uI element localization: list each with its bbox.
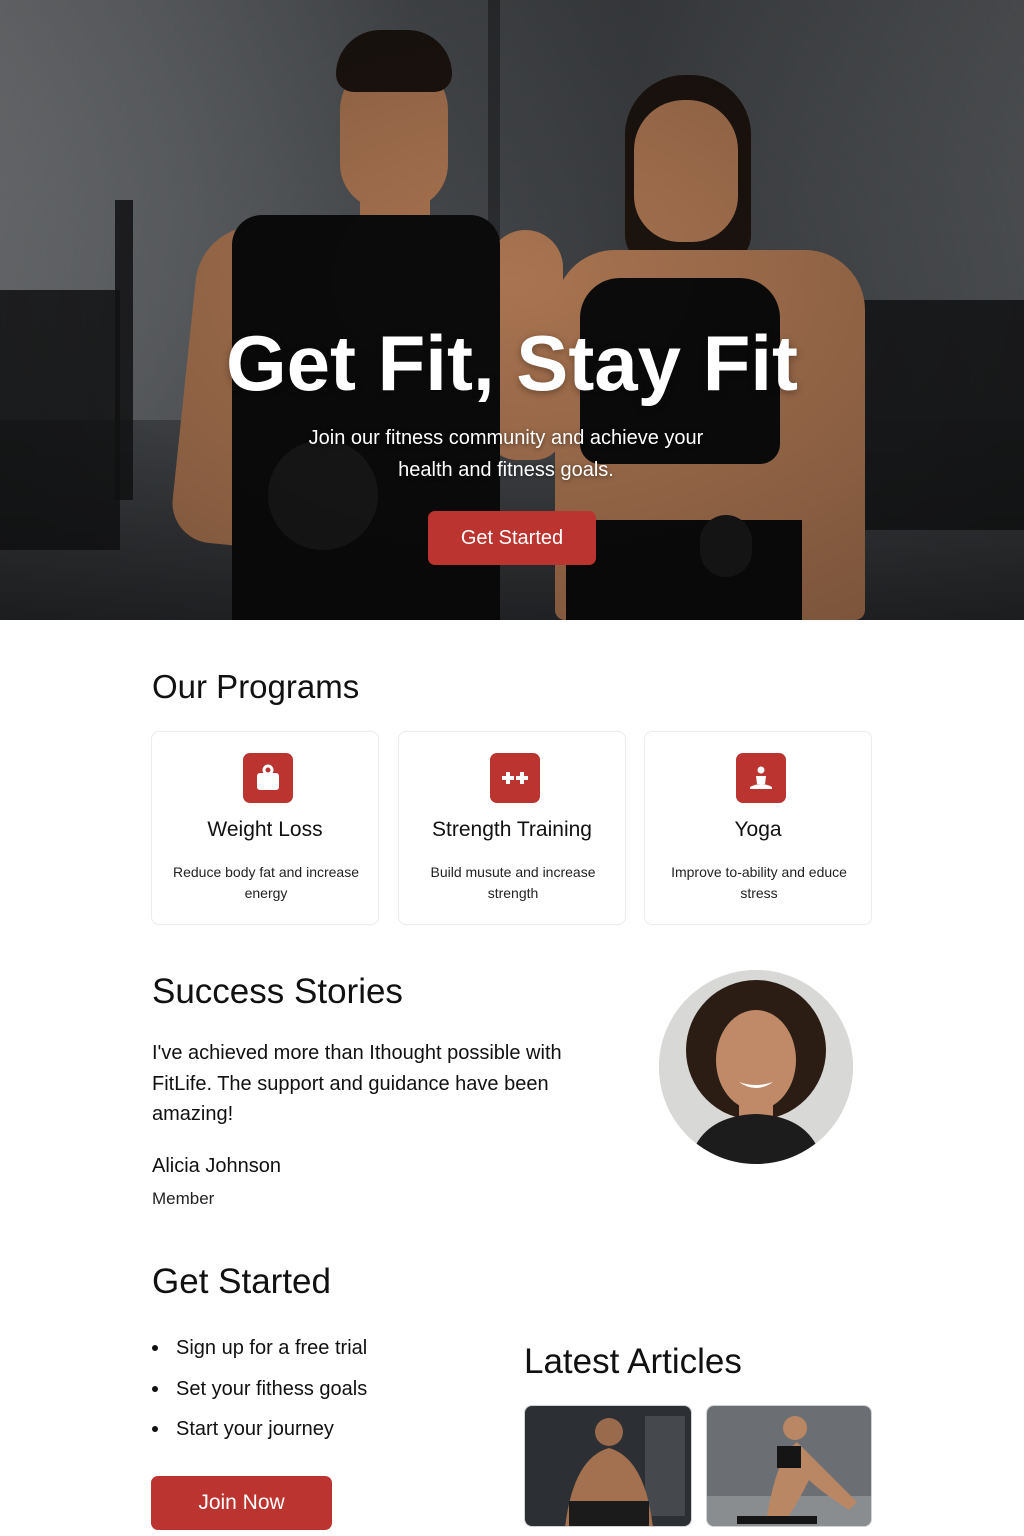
success-stories-heading: Success Stories	[152, 972, 403, 1011]
testimonial-author: Alicia Johnson	[152, 1155, 281, 1177]
program-description: Improve to-ability and educe stress	[671, 864, 847, 901]
step-text: Sign up for a free trial	[176, 1337, 368, 1359]
yoga-icon	[736, 753, 786, 803]
step-text: Set your fithess goals	[176, 1377, 368, 1400]
program-title: Weight Loss	[207, 818, 323, 841]
program-card-weight-loss[interactable]: Weight Loss Reduce body fat and increase…	[151, 731, 379, 925]
hero-subtitle: Join our fitness community and achieve y…	[308, 427, 704, 481]
program-description: Reduce body fat and increase energy	[172, 864, 359, 901]
list-item: Set your fithess goals	[152, 1375, 367, 1416]
program-card-yoga[interactable]: Yoga Improve to-ability and educe stress	[644, 731, 872, 925]
hero-section: Get Fit, Stay Fit Join our fitness commu…	[0, 0, 1024, 620]
testimonial-avatar	[659, 970, 853, 1164]
steps-list: Sign up for a free trial Set your fithes…	[152, 1334, 367, 1456]
testimonial-quote: I've achieved more than Ithought possibl…	[152, 1042, 562, 1125]
article-thumbnail-stretching[interactable]	[706, 1405, 872, 1527]
article-thumbnail-workout[interactable]	[524, 1405, 692, 1527]
program-title: Strength Training	[432, 818, 592, 841]
list-item: Start your journey	[152, 1415, 367, 1456]
latest-articles-heading: Latest Articles	[524, 1342, 742, 1381]
testimonial-role: Member	[152, 1189, 215, 1208]
bullet-icon	[152, 1345, 158, 1351]
weight-icon	[243, 753, 293, 803]
programs-heading: Our Programs	[152, 668, 360, 705]
plus-plus-icon	[490, 753, 540, 803]
join-now-button[interactable]: Join Now	[151, 1476, 332, 1530]
get-started-heading: Get Started	[152, 1262, 331, 1301]
hero-title: Get Fit, Stay Fit	[225, 319, 799, 407]
program-card-strength-training[interactable]: Strength Training Build musute and incre…	[398, 731, 626, 925]
list-item: Sign up for a free trial	[152, 1334, 367, 1375]
get-started-button[interactable]: Get Started	[428, 511, 596, 565]
bullet-icon	[152, 1385, 158, 1392]
program-title: Yoga	[734, 818, 782, 841]
bullet-icon	[152, 1426, 158, 1432]
program-description: Build musute and increase strength	[430, 864, 596, 901]
step-text: Start your journey	[176, 1418, 334, 1440]
